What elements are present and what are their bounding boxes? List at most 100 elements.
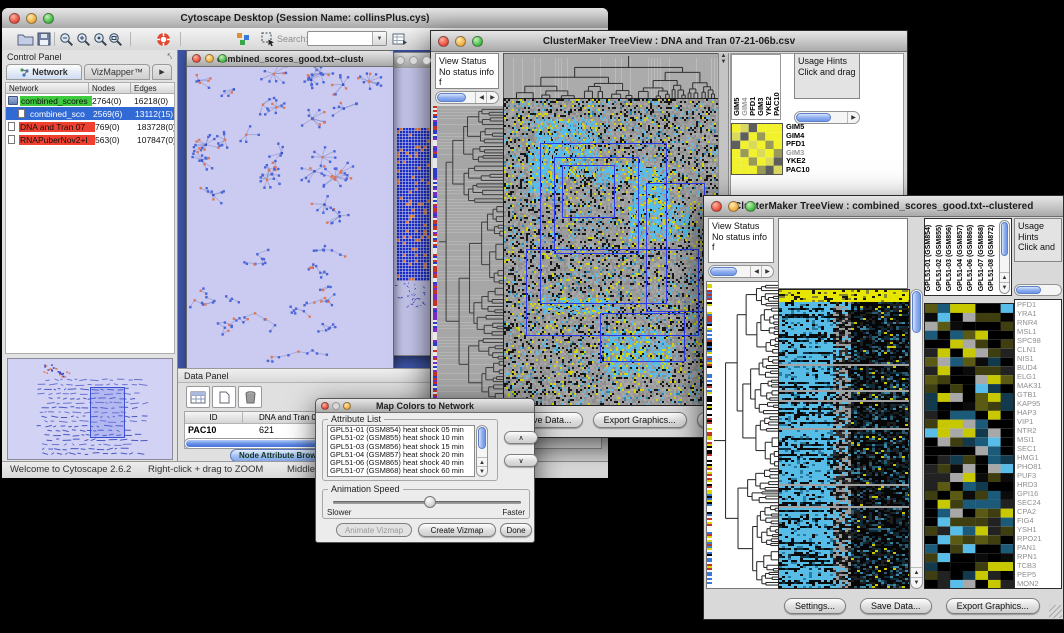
network-row[interactable]: combined_scores 2764(0) 16218(0) [6,94,174,107]
column-label[interactable]: GPL51-02 (GSM855) [936,221,947,291]
network-overview[interactable] [7,358,173,460]
network-table-header[interactable]: Network Nodes Edges [5,82,175,94]
attribute-list-vscrollbar[interactable]: ▲ ▼ [476,425,488,477]
resize-grip[interactable] [1049,605,1062,618]
tab-network[interactable]: Network [6,64,82,80]
scroll-down-icon[interactable]: ▼ [477,466,487,476]
close-button[interactable] [9,13,20,24]
gene-label[interactable]: MAK31 [1017,381,1061,390]
zoom-fit-icon[interactable] [106,31,124,47]
move-up-button[interactable]: ∧ [504,431,538,444]
gene-label[interactable]: PUF3 [1017,471,1061,480]
gene-label[interactable]: SEC1 [1017,444,1061,453]
gene-label[interactable]: PAN1 [1017,543,1061,552]
scroll-thumb[interactable] [710,267,737,276]
zoom-in-icon[interactable] [74,31,92,47]
col-id[interactable]: ID [185,412,243,424]
scroll-thumb[interactable] [912,291,921,333]
help-lifering-icon[interactable] [154,31,172,47]
scroll-down-icon[interactable]: ▼ [911,577,922,588]
main-titlebar[interactable]: Cytoscape Desktop (Session Name: collins… [2,8,608,29]
scroll-right-icon[interactable]: ▶ [761,266,773,277]
column-label[interactable]: GPL51-04 (GSM857) [957,221,968,291]
scroll-right-icon[interactable]: ▶ [847,112,859,123]
gene-label[interactable]: RPN1 [1017,552,1061,561]
attribute-option[interactable]: GPL51-07 (GSM868) heat shock 60 min [330,467,474,475]
scroll-thumb[interactable] [478,427,486,449]
row-label[interactable]: PAC10 [786,166,826,175]
column-label[interactable]: GIM4 [740,57,748,116]
tv2-labels-vscrollbar[interactable]: ▲ ▼ [999,220,1010,294]
gene-label[interactable]: MSI1 [1017,435,1061,444]
vizmapper-icon[interactable] [234,31,252,47]
new-attribute-icon[interactable] [212,386,236,408]
scroll-thumb[interactable] [1001,222,1008,256]
scroll-thumb[interactable] [437,93,466,102]
select-mode-icon[interactable] [259,31,277,47]
close-button[interactable] [711,201,722,212]
treeview-button[interactable]: Settings... [784,598,846,614]
animate-vizmap-button[interactable]: Animate Vizmap [336,523,412,537]
tv2-gene-dendrogram[interactable] [706,281,780,589]
gene-label[interactable]: KAP95 [1017,399,1061,408]
minimize-button[interactable] [332,402,340,410]
maximize-button[interactable] [343,402,351,410]
close-button[interactable] [396,56,405,65]
col-nodes[interactable]: Nodes [89,82,131,94]
search-input[interactable]: ▼ [307,31,387,46]
minimize-button[interactable] [455,36,466,47]
network-view-titlebar[interactable]: combined_scores_good.txt--cluste... [187,51,393,67]
delete-attribute-icon[interactable] [238,386,262,408]
gene-label[interactable]: HAP3 [1017,408,1061,417]
gene-label[interactable]: NIS1 [1017,354,1061,363]
tv1-gene-dendrogram[interactable] [433,106,503,406]
column-label[interactable]: YKE2 [764,57,772,116]
column-label[interactable]: GPL51-06 (GSM865) [967,221,978,291]
gene-label[interactable]: PHO81 [1017,462,1061,471]
tab-vizmapper[interactable]: VizMapper™ [84,64,150,80]
dialog-titlebar[interactable]: Map Colors to Network [316,399,534,413]
treeview-button[interactable]: Export Graphics... [946,598,1040,614]
maximize-button[interactable] [43,13,54,24]
network-row[interactable]: RNAPuberNov2+I 563(0) 107847(0) [6,133,174,146]
open-session-icon[interactable] [16,31,34,47]
tv2-array-tree-area[interactable] [778,218,908,289]
network-graph-view[interactable] [188,67,390,365]
column-label[interactable]: GPL51-08 (GSM872) [988,221,999,291]
slider-thumb[interactable] [424,496,436,508]
import-table-icon[interactable] [391,31,409,47]
gene-label[interactable]: PEP5 [1017,570,1061,579]
close-button[interactable] [321,402,329,410]
treeview-button[interactable]: Export Graphics... [593,412,687,428]
minimize-button[interactable] [409,56,418,65]
maximize-button[interactable] [218,54,227,63]
gene-label[interactable]: CPA2 [1017,507,1061,516]
maximize-button[interactable] [422,56,431,65]
column-label[interactable]: GPL51-03 (GSM856) [946,221,957,291]
gene-label[interactable]: VIP1 [1017,417,1061,426]
close-button[interactable] [438,36,449,47]
gene-label[interactable]: BUD4 [1017,363,1061,372]
gene-label[interactable]: PFD1 [1017,300,1061,309]
tv1-zoom-heatmap[interactable] [731,123,783,175]
tv2-zoom-heatmap[interactable] [924,303,1014,589]
gene-label[interactable]: SEC24 [1017,498,1061,507]
create-vizmap-button[interactable]: Create Vizmap [418,523,496,537]
tab-overflow-button[interactable]: ▶ [152,64,172,80]
zoom-out-icon[interactable] [57,31,75,47]
gene-label[interactable]: TCB3 [1017,561,1061,570]
tv2-genes-hscrollbar[interactable] [1014,284,1062,296]
column-label[interactable]: GPL51-01 (GSM854) [925,221,936,291]
attribute-select-icon[interactable] [186,386,210,408]
column-label[interactable]: PAC10 [772,57,780,116]
save-session-icon[interactable] [35,31,53,47]
gene-label[interactable]: SPC98 [1017,336,1061,345]
scroll-right-icon[interactable]: ▶ [486,92,498,103]
treeview2-titlebar[interactable]: ClusterMaker TreeView : combined_scores_… [704,196,1063,217]
close-button[interactable] [192,54,201,63]
column-label[interactable]: GPL51-07 (GSM868) [978,221,989,291]
gene-label[interactable]: HRD3 [1017,480,1061,489]
scroll-thumb[interactable] [1016,286,1041,294]
gene-label[interactable]: NTR2 [1017,426,1061,435]
network-row[interactable]: combined_sco 2569(6) 13112(15) [6,107,174,120]
